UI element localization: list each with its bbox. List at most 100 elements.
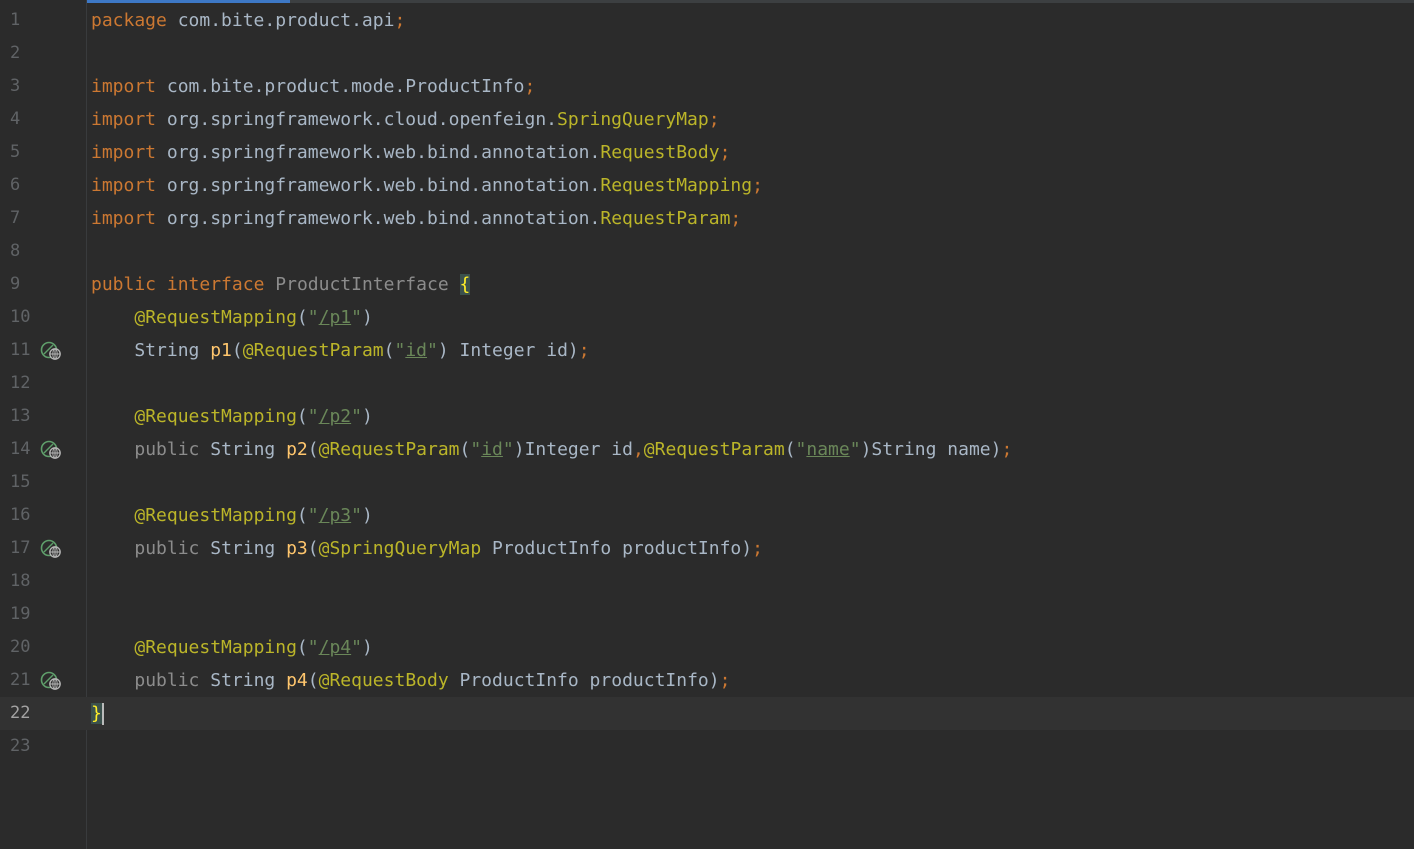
code-token: ( (307, 439, 319, 460)
code-token: id (481, 439, 503, 460)
line-number[interactable]: 13 (10, 400, 34, 433)
code-line-2[interactable]: 2 (0, 37, 1414, 70)
line-number[interactable]: 14 (10, 433, 34, 466)
code-line-6[interactable]: 6 import org.springframework.web.bind.ann… (0, 169, 1414, 202)
code-line-23[interactable]: 23 (0, 730, 1414, 763)
line-number[interactable]: 21 (10, 664, 34, 697)
line-number[interactable]: 20 (10, 631, 34, 664)
code-token: ; (752, 175, 763, 196)
code-token: ) (361, 505, 373, 526)
code-line-17[interactable]: 17 public String p3(@SpringQueryMap Prod… (0, 532, 1414, 565)
code-token: name (806, 439, 850, 460)
line-number[interactable]: 4 (10, 103, 34, 136)
code-token: org.springframework.web.bind.annotation. (156, 208, 601, 229)
code-text[interactable]: public String p4(@RequestBody ProductInf… (91, 664, 730, 697)
code-text[interactable]: @RequestMapping("/p4") (91, 631, 372, 664)
code-token: RequestBody (600, 142, 720, 163)
line-number[interactable]: 12 (10, 367, 34, 400)
code-token: ) (361, 406, 373, 427)
code-token: " (351, 637, 362, 658)
line-number[interactable]: 9 (10, 268, 34, 301)
web-request-globe-icon[interactable] (40, 539, 62, 559)
code-line-15[interactable]: 15 (0, 466, 1414, 499)
line-number[interactable]: 19 (10, 598, 34, 631)
code-token: ProductInfo productInfo) (481, 538, 753, 559)
line-number[interactable]: 6 (10, 169, 34, 202)
code-line-18[interactable]: 18 (0, 565, 1414, 598)
code-line-10[interactable]: 10 @RequestMapping("/p1") (0, 301, 1414, 334)
web-request-globe-icon[interactable] (40, 671, 62, 691)
code-token: public (134, 439, 200, 460)
line-number[interactable]: 15 (10, 466, 34, 499)
code-text[interactable]: import org.springframework.web.bind.anno… (91, 169, 763, 202)
code-token: " (351, 406, 362, 427)
code-token: ( (307, 538, 319, 559)
line-number[interactable]: 23 (10, 730, 34, 763)
line-number[interactable]: 5 (10, 136, 34, 169)
code-text[interactable]: @RequestMapping("/p1") (91, 301, 372, 334)
loading-progress-bar (0, 0, 1414, 3)
code-text[interactable]: @RequestMapping("/p3") (91, 499, 373, 532)
code-editor[interactable]: 1 package com.bite.product.api; 2 3 import c… (0, 0, 1414, 849)
line-number[interactable]: 22 (10, 697, 34, 730)
code-line-8[interactable]: 8 (0, 235, 1414, 268)
code-text[interactable]: } (91, 697, 104, 730)
code-token: ( (307, 670, 319, 691)
code-line-4[interactable]: 4 import org.springframework.cloud.openfe… (0, 103, 1414, 136)
code-text[interactable]: String p1(@RequestParam("id") Integer id… (91, 334, 590, 367)
code-line-13[interactable]: 13 @RequestMapping("/p2") (0, 400, 1414, 433)
code-line-12[interactable]: 12 (0, 367, 1414, 400)
line-number[interactable]: 7 (10, 202, 34, 235)
code-token: /p1 (318, 307, 352, 328)
line-number[interactable]: 16 (10, 499, 34, 532)
code-text[interactable]: package com.bite.product.api; (91, 4, 405, 37)
code-line-19[interactable]: 19 (0, 598, 1414, 631)
line-number[interactable]: 18 (10, 565, 34, 598)
line-number[interactable]: 3 (10, 70, 34, 103)
line-number[interactable]: 11 (10, 334, 34, 367)
code-line-21[interactable]: 21 public String p4(@RequestBody Product… (0, 664, 1414, 697)
code-token: String (199, 670, 287, 691)
code-line-3[interactable]: 3 import com.bite.product.mode.ProductInf… (0, 70, 1414, 103)
code-token: String (199, 538, 287, 559)
code-token: @RequestMapping (134, 307, 297, 328)
code-text[interactable]: public interface ProductInterface { (91, 268, 471, 301)
code-text[interactable]: @RequestMapping("/p2") (91, 400, 373, 433)
code-text[interactable]: import com.bite.product.mode.ProductInfo… (91, 70, 535, 103)
web-request-globe-icon[interactable] (40, 440, 62, 460)
code-text[interactable]: public String p2(@RequestParam("id")Inte… (91, 433, 1012, 466)
line-number[interactable]: 8 (10, 235, 34, 268)
code-line-1[interactable]: 1 package com.bite.product.api; (0, 4, 1414, 37)
line-number[interactable]: 10 (10, 301, 34, 334)
code-line-9[interactable]: 9 public interface ProductInterface { (0, 268, 1414, 301)
code-line-11[interactable]: 11 String p1(@RequestParam("id") Integer… (0, 334, 1414, 367)
code-token: ( (231, 340, 243, 361)
web-request-globe-icon[interactable] (40, 341, 62, 361)
code-text[interactable]: import org.springframework.web.bind.anno… (91, 136, 730, 169)
line-number[interactable]: 1 (10, 4, 34, 37)
code-token: " (849, 439, 861, 460)
code-text[interactable]: public String p3(@SpringQueryMap Product… (91, 532, 763, 565)
code-text[interactable]: import org.springframework.cloud.openfei… (91, 103, 720, 136)
code-line-20[interactable]: 20 @RequestMapping("/p4") (0, 631, 1414, 664)
code-token: " (351, 505, 362, 526)
code-token: ( (296, 307, 308, 328)
code-text[interactable]: import org.springframework.web.bind.anno… (91, 202, 741, 235)
code-token: p2 (286, 439, 308, 460)
code-line-7[interactable]: 7 import org.springframework.web.bind.ann… (0, 202, 1414, 235)
code-line-14[interactable]: 14 public String p2(@RequestParam("id")I… (0, 433, 1414, 466)
line-number[interactable]: 2 (10, 37, 34, 70)
code-token: ; (578, 340, 590, 361)
code-token: RequestMapping (600, 175, 753, 196)
code-token: " (307, 505, 319, 526)
line-number[interactable]: 17 (10, 532, 34, 565)
code-line-5[interactable]: 5 import org.springframework.web.bind.ann… (0, 136, 1414, 169)
code-line-22[interactable]: 22} (0, 697, 1414, 730)
code-token: public (134, 670, 200, 691)
code-token: " (307, 637, 319, 658)
code-token: String (199, 439, 287, 460)
code-line-16[interactable]: 16 @RequestMapping("/p3") (0, 499, 1414, 532)
